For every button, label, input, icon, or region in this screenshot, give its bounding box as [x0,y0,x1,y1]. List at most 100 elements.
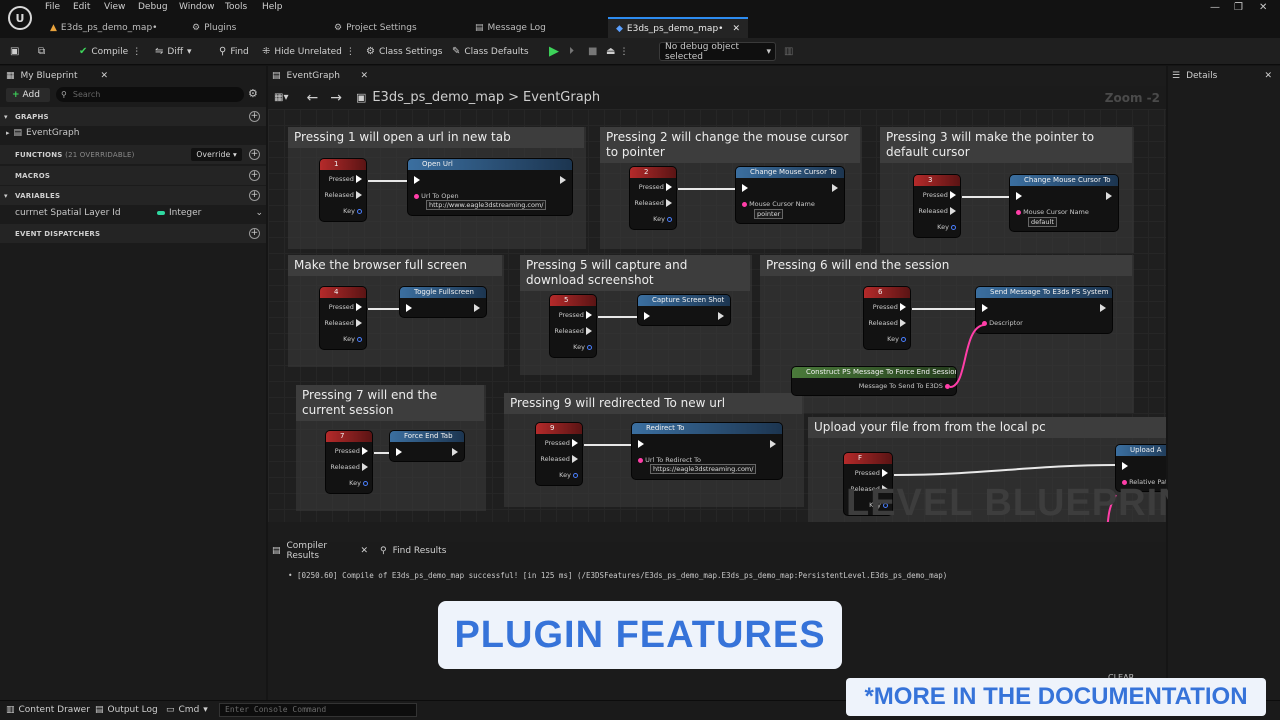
search-input[interactable]: ⚲ Search [56,87,244,102]
redirect-node[interactable]: Redirect To Url To Redirect To https://e… [632,423,782,479]
menu-view[interactable]: View [104,2,125,12]
chevron-down-icon[interactable]: ⌄ [255,208,263,218]
breadcrumb-graph[interactable]: EventGraph [523,90,600,105]
change-cursor-default-node[interactable]: Change Mouse Cursor To Mouse Cursor Name… [1010,175,1118,231]
toggle-fullscreen-node[interactable]: Toggle Fullscreen [400,287,486,317]
content-drawer-button[interactable]: ▥ Content Drawer [6,705,90,715]
play-button[interactable]: ▶ [549,44,559,59]
section-functions[interactable]: FUNCTIONS (21 OVERRIDABLE) Override ▾ + [0,145,266,164]
stop-icon: ■ [588,46,598,57]
key-pin[interactable]: Key [343,207,362,215]
cmd-dropdown[interactable]: ▭ Cmd ▾ [166,705,208,715]
section-graphs[interactable]: ▾ GRAPHS + [0,107,266,126]
url-to-open-pin[interactable]: Url To Open [414,192,459,200]
class-defaults-button[interactable]: ✎ Class Defaults [452,44,529,59]
add-dispatcher-icon[interactable]: + [249,228,260,239]
menu-help[interactable]: Help [262,2,283,12]
add-function-icon[interactable]: + [249,149,260,160]
tab-plugins[interactable]: ⚙ Plugins [192,17,236,38]
close-icon[interactable]: ✕ [360,71,368,81]
find-button[interactable]: ⚲ Find [219,44,249,59]
construct-message-node[interactable]: Construct PS Message To Force End Sessio… [792,367,956,395]
section-macros[interactable]: MACROS + [0,166,266,185]
zoom-level: Zoom -2 [1104,90,1160,105]
tab-compiler-results[interactable]: ▤ Compiler Results ✕ [272,541,368,561]
menu-edit[interactable]: Edit [73,2,90,12]
bullet-icon: • [288,571,293,580]
tab-details[interactable]: ☰ Details ✕ [1172,67,1272,84]
key-3-node[interactable]: 3 Pressed Released Key [914,175,960,237]
key-5-node[interactable]: 5 Pressed Released Key [550,295,596,357]
tab-find-results[interactable]: ⚲ Find Results [380,542,470,559]
console-input[interactable]: Enter Console Command [219,703,417,717]
debug-filter-icon[interactable]: ▥ [784,44,793,59]
browse-icon[interactable]: ⧉ [38,44,45,59]
key-4-node[interactable]: 4 Pressed Released Key [320,287,366,349]
variable-item[interactable]: currnet Spatial Layer Id Integer ⌄ [15,208,263,218]
menu-window[interactable]: Window [179,2,215,12]
menu-file[interactable]: File [45,2,60,12]
unreal-logo-icon[interactable]: U [8,6,32,30]
back-arrow-icon[interactable]: ← [306,90,318,106]
level-blueprint-watermark: LEVEL BLUEPRINT [846,482,1211,524]
search-icon: ⚲ [380,545,387,556]
forward-arrow-icon[interactable]: → [330,90,342,106]
restore-icon[interactable]: ❐ [1234,2,1243,13]
change-cursor-pointer-node[interactable]: Change Mouse Cursor To Mouse Cursor Name… [736,167,844,223]
step-button[interactable]: ⏵ [569,44,574,59]
capture-screenshot-node[interactable]: Capture Screen Shot [638,295,730,325]
key-6-node[interactable]: 6 Pressed Released Key [864,287,910,349]
tab-project-settings[interactable]: ⚙ Project Settings [334,17,417,38]
close-icon[interactable]: ✕ [1264,71,1272,81]
save-icon[interactable]: ▣ [10,44,19,59]
url-value-field[interactable]: http://www.eagle3dstreaming.com/ [426,200,547,210]
released-pin[interactable]: Released [324,191,362,199]
breadcrumb-map[interactable]: E3ds_ps_demo_map [372,90,504,105]
close-icon[interactable]: ✕ [732,24,740,34]
graph-icon: ▤ [272,70,281,81]
graph-item-eventgraph[interactable]: ▸ ▤ EventGraph [6,128,79,138]
tab-my-blueprint[interactable]: ▦ My Blueprint ✕ [6,67,108,84]
minimize-icon[interactable]: — [1210,2,1220,13]
blueprint-icon: ▣ [355,91,367,104]
tab-eventgraph[interactable]: ▤ EventGraph ✕ [272,67,368,84]
eject-button[interactable]: ⏏ ⋮ [606,44,628,59]
stop-button[interactable]: ■ [588,44,597,59]
add-graph-icon[interactable]: + [249,111,260,122]
add-macro-icon[interactable]: + [249,170,260,181]
tab-level-map[interactable]: ▲ E3ds_ps_demo_map• [50,17,157,38]
graph-canvas[interactable]: Pressing 1 will open a url in new tab Pr… [268,109,1166,522]
section-event-dispatchers[interactable]: EVENT DISPATCHERS + [0,224,266,243]
compile-results-icon: ▤ [272,545,281,556]
debug-object-select[interactable]: No debug object selected ▾ [659,42,776,62]
section-variables[interactable]: ▾ VARIABLES + [0,186,266,205]
key-1-node[interactable]: 1 Pressed Released Key [320,159,366,221]
drawer-icon: ▥ [6,705,15,715]
add-button[interactable]: + Add [6,88,50,102]
tab-message-log[interactable]: ▤ Message Log [475,17,546,38]
close-icon[interactable]: ✕ [360,546,368,556]
gear-icon[interactable]: ⚙ [248,87,258,100]
title-bar: U File Edit View Debug Window Tools Help… [0,0,1280,38]
graph-options-icon[interactable]: ▦▾ [274,92,288,103]
window-close-icon[interactable]: ✕ [1259,2,1267,13]
pressed-pin[interactable]: Pressed [329,175,362,183]
key-2-node[interactable]: 2 Pressed Released Key [630,167,676,229]
key-9-node[interactable]: 9 Pressed Released Key [536,423,582,485]
override-dropdown[interactable]: Override ▾ [191,148,242,161]
output-log-button[interactable]: ▤ Output Log [95,705,158,715]
menu-debug[interactable]: Debug [138,2,168,12]
open-url-node[interactable]: Open Url Url To Open http://www.eagle3ds… [408,159,572,215]
class-settings-button[interactable]: ⚙ Class Settings [366,44,442,59]
diff-button[interactable]: ⇋ Diff ▾ [155,44,192,59]
diff-icon: ⇋ [155,46,164,57]
menu-tools[interactable]: Tools [225,2,247,12]
send-message-node[interactable]: Send Message To E3ds PS System Descripto… [976,287,1112,333]
force-end-tab-node[interactable]: Force End Tab [390,431,464,461]
key-7-node[interactable]: 7 Pressed Released Key [326,431,372,493]
close-icon[interactable]: ✕ [100,71,108,81]
hide-unrelated-button[interactable]: ⁜ Hide Unrelated ⋮ [262,44,355,59]
add-variable-icon[interactable]: + [249,190,260,201]
tab-blueprint-map[interactable]: ◆ E3ds_ps_demo_map• ✕ [608,17,748,38]
compile-button[interactable]: ✔ Compile ⋮ [79,44,141,59]
